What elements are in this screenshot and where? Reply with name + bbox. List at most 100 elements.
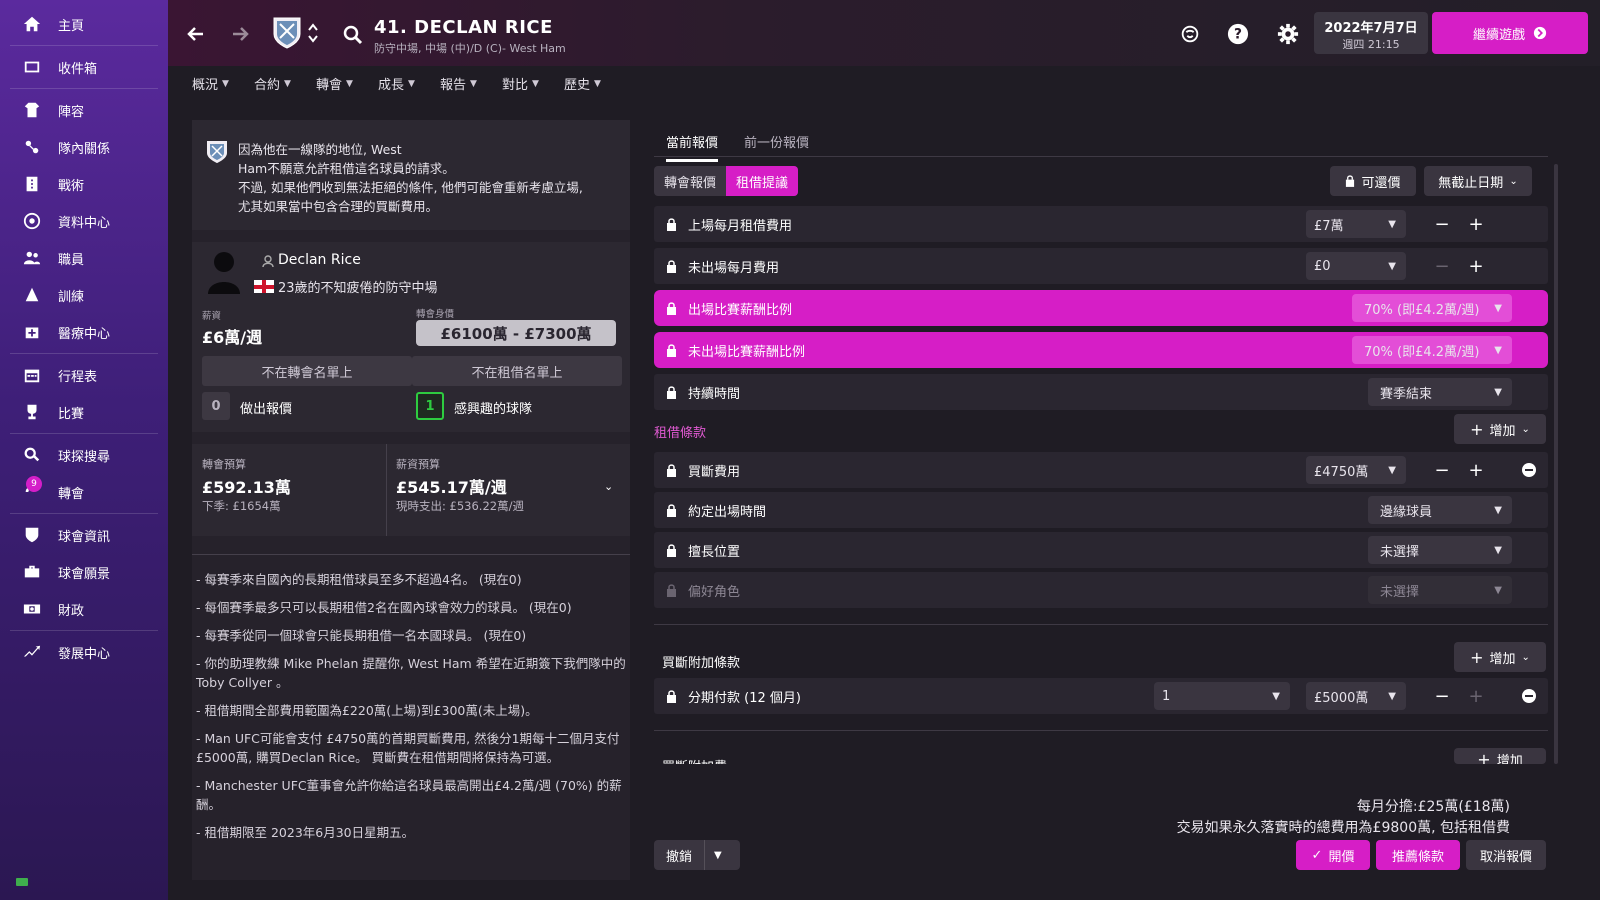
playing-time-dropdown[interactable]: 邊緣球員 ▼ (1368, 496, 1512, 524)
offer-row-monthly-fee-unplayed: 未出場每月費用 £0 ▼ − + (654, 248, 1548, 284)
negotiable-button[interactable]: 可還價 (1330, 166, 1416, 196)
add-loan-term-button[interactable]: + 增加 ⌄ (1454, 414, 1546, 444)
negotiable-label: 可還價 (1361, 175, 1401, 191)
sidebar-item-home[interactable]: 主頁 (6, 6, 162, 42)
sidebar-item-medical[interactable]: 醫療中心 (6, 314, 162, 350)
tab-contract[interactable]: 合約 ▼ (254, 74, 291, 93)
tab-previous-offer[interactable]: 前一份報價 (744, 132, 809, 159)
monthly-fee-played-dropdown[interactable]: £7萬 ▼ (1306, 210, 1406, 238)
sidebar-item-label: 主頁 (58, 18, 85, 34)
chevron-updown-icon[interactable] (306, 20, 320, 46)
offers-made-label[interactable]: 做出報價 (240, 398, 292, 417)
row-label: 持續時間 (688, 386, 741, 402)
remove-icon[interactable] (1522, 463, 1536, 477)
tab-reports[interactable]: 報告 ▼ (440, 74, 477, 93)
england-flag-icon (254, 280, 274, 293)
lock-icon[interactable] (666, 217, 677, 231)
tab-current-offer[interactable]: 當前報價 (666, 132, 719, 162)
brain-icon[interactable] (1178, 22, 1202, 46)
lock-icon[interactable] (666, 301, 677, 315)
wage-pct-played-dropdown[interactable]: 70% (即£4.2萬/週) ▼ (1352, 294, 1512, 322)
continue-button[interactable]: 繼續遊戲 (1432, 12, 1588, 54)
tab-history[interactable]: 歷史 ▼ (564, 74, 601, 93)
sidebar-item-scouting[interactable]: 球探搜尋 (6, 437, 162, 473)
duration-dropdown[interactable]: 賽季結束 ▼ (1368, 378, 1512, 406)
undo-button[interactable]: 撤銷 ▼ (654, 840, 740, 870)
gear-icon[interactable] (1276, 22, 1300, 46)
monthly-fee-unplayed-dropdown[interactable]: £0 ▼ (1306, 252, 1406, 280)
budget-card: 轉會預算 £592.13萬 下季: £1654萬 薪資預算 £545.17萬/週… (192, 444, 630, 536)
list-item: - 租借期間全部費用範圍為£220萬(上場)到£300萬(未上場)。 (196, 703, 538, 718)
role-dropdown[interactable]: 未選擇 ▼ (1368, 576, 1512, 604)
lock-icon[interactable] (666, 259, 677, 273)
player-name[interactable]: Declan Rice (278, 252, 361, 268)
sidebar-item-squad[interactable]: 陣容 (6, 92, 162, 128)
buyout-fee-dropdown[interactable]: £4750萬 ▼ (1306, 456, 1406, 484)
installment-amount-dropdown[interactable]: £5000萬 ▼ (1306, 682, 1406, 710)
increase-button[interactable]: + (1462, 252, 1490, 280)
increase-button[interactable]: + (1462, 210, 1490, 238)
installments-count-dropdown[interactable]: 1 ▼ (1154, 682, 1290, 710)
add-buyout-extra-button[interactable]: + 增加 (1454, 748, 1546, 764)
not-loan-listed-button[interactable]: 不在租借名單上 (412, 356, 622, 386)
sidebar-item-training[interactable]: 訓練 (6, 277, 162, 313)
cancel-offer-button[interactable]: 取消報價 (1466, 840, 1546, 870)
tab-transfer[interactable]: 轉會 ▼ (316, 74, 353, 93)
lock-icon[interactable] (666, 463, 677, 477)
page-title: 41. DECLAN RICE (374, 17, 553, 38)
position-dropdown[interactable]: 未選擇 ▼ (1368, 536, 1512, 564)
help-icon[interactable]: ? (1226, 22, 1250, 46)
remove-icon[interactable] (1522, 689, 1536, 703)
tab-overview[interactable]: 概況 ▼ (192, 74, 229, 93)
chevron-down-icon: ▼ (1388, 690, 1396, 702)
offer-row-wage-pct-unplayed: 未出場比賽薪酬比例 70% (即£4.2萬/週) ▼ (654, 332, 1548, 368)
notice-line: Ham不願意允許租借這名球員的請求。 (238, 161, 455, 176)
decrease-button[interactable]: − (1428, 252, 1456, 280)
sidebar-item-tactics[interactable]: 戰術 (6, 166, 162, 202)
add-buyout-clause-button[interactable]: + 增加 ⌄ (1454, 642, 1546, 672)
sidebar-item-staff[interactable]: 職員 (6, 240, 162, 276)
make-offer-button[interactable]: ✓ 開價 (1296, 840, 1370, 870)
list-item: - 你的助理教練 Mike Phelan 提醒你, West Ham 希望在近期… (196, 656, 626, 690)
undo-label: 撤銷 (666, 849, 693, 865)
lock-icon[interactable] (666, 503, 677, 517)
not-transfer-listed-button[interactable]: 不在轉會名單上 (202, 356, 412, 386)
sidebar-item-data-hub[interactable]: 資料中心 (6, 203, 162, 239)
sidebar-item-dynamics[interactable]: 隊內關係 (6, 129, 162, 165)
scrollbar[interactable] (1554, 164, 1558, 764)
lock-icon[interactable] (666, 385, 677, 399)
back-button[interactable] (182, 20, 210, 48)
sidebar-item-club-vision[interactable]: 球會願景 (6, 554, 162, 590)
increase-button[interactable]: + (1462, 456, 1490, 484)
sidebar-item-development[interactable]: 發展中心 (6, 634, 162, 670)
game-date[interactable]: 2022年7月7日 週四 21:15 (1314, 12, 1428, 54)
sidebar-item-club-info[interactable]: 球會資訊 (6, 517, 162, 553)
suggest-terms-button[interactable]: 推薦條款 (1376, 840, 1460, 870)
arrow-circle-right-icon (1533, 26, 1547, 40)
forward-button[interactable] (226, 20, 254, 48)
wage-pct-unplayed-dropdown[interactable]: 70% (即£4.2萬/週) ▼ (1352, 336, 1512, 364)
weekday-time-label: 週四 21:15 (1342, 38, 1400, 51)
loan-offer-option[interactable]: 租借提議 (726, 166, 799, 196)
decrease-button[interactable]: − (1428, 682, 1456, 710)
decrease-button[interactable]: − (1428, 456, 1456, 484)
club-crest-icon[interactable] (272, 16, 302, 50)
sidebar-item-transfers[interactable]: 9 轉會 (6, 474, 162, 510)
tab-development[interactable]: 成長 ▼ (378, 74, 415, 93)
sidebar-item-competitions[interactable]: 比賽 (6, 394, 162, 430)
lock-icon[interactable] (666, 543, 677, 557)
decrease-button[interactable]: − (1428, 210, 1456, 238)
sidebar-item-inbox[interactable]: 收件箱 (6, 49, 162, 85)
chevron-down-icon[interactable]: ⌄ (604, 480, 613, 493)
tab-compare[interactable]: 對比 ▼ (502, 74, 539, 93)
increase-button[interactable]: + (1462, 682, 1490, 710)
sidebar-item-finances[interactable]: 財政 (6, 591, 162, 627)
interested-clubs-label[interactable]: 感興趣的球隊 (454, 398, 532, 417)
lock-icon[interactable] (666, 689, 677, 703)
search-icon[interactable] (342, 24, 364, 46)
transfer-offer-option[interactable]: 轉會報價 (654, 166, 726, 196)
sidebar-item-schedule[interactable]: 行程表 (6, 357, 162, 393)
chevron-down-icon: ▼ (594, 78, 601, 89)
deadline-dropdown[interactable]: 無截止日期 ⌄ (1424, 166, 1532, 196)
lock-icon[interactable] (666, 343, 677, 357)
